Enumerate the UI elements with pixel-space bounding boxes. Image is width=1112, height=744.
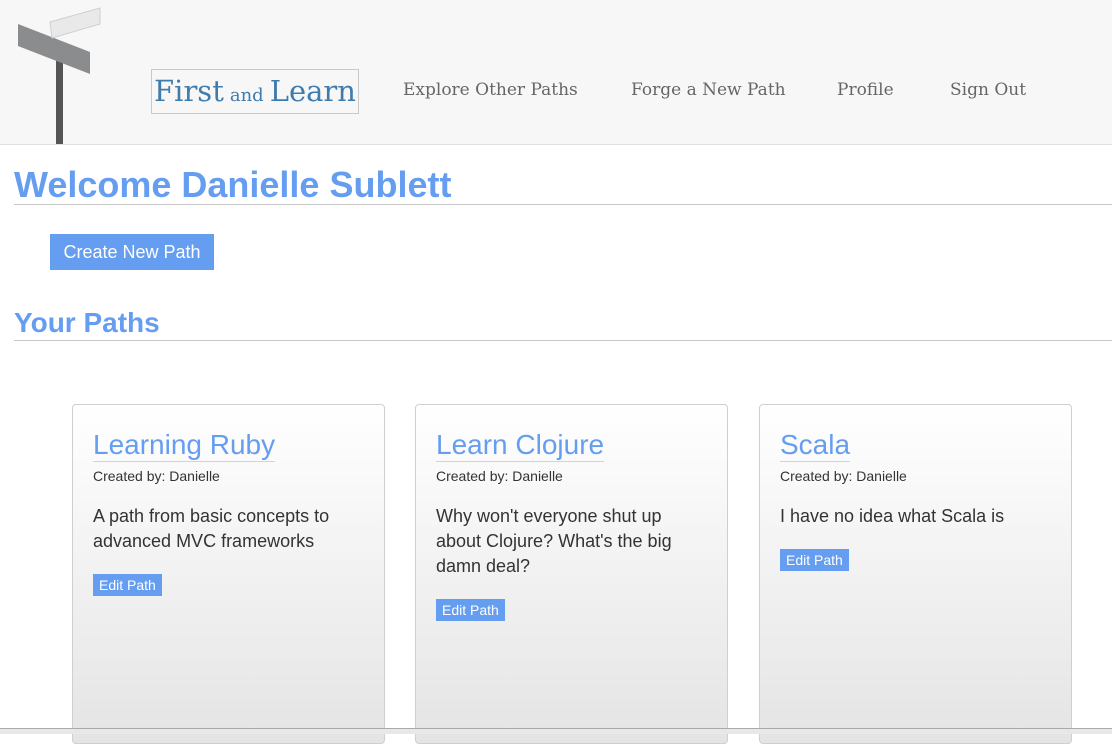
path-description: A path from basic concepts to advanced M… xyxy=(93,506,330,551)
edit-path-button[interactable]: Edit Path xyxy=(436,599,505,621)
path-title-link[interactable]: Learning Ruby xyxy=(93,429,276,462)
nav-profile[interactable]: Profile xyxy=(837,80,894,100)
paths-divider xyxy=(14,340,1112,341)
brand-learn: Learn xyxy=(269,74,356,108)
path-author: Created by: Danielle xyxy=(780,468,907,484)
signpost-icon xyxy=(18,7,101,144)
path-description: Why won't everyone shut up about Clojure… xyxy=(436,506,672,576)
path-description: I have no idea what Scala is xyxy=(780,506,1005,526)
brand-first: First xyxy=(154,74,224,108)
path-title-link[interactable]: Scala xyxy=(780,429,851,462)
your-paths-heading: Your Paths xyxy=(14,307,160,338)
edit-path-button[interactable]: Edit Path xyxy=(93,574,162,596)
title-divider xyxy=(14,204,1112,205)
nav-explore-other-paths[interactable]: Explore Other Paths xyxy=(403,80,578,100)
path-title-link[interactable]: Learn Clojure xyxy=(436,429,605,462)
nav-sign-out[interactable]: Sign Out xyxy=(950,80,1026,100)
path-card: Learning Ruby Created by: Danielle A pat… xyxy=(72,404,385,744)
nav-forge-new-path[interactable]: Forge a New Path xyxy=(631,80,786,100)
create-new-path-button[interactable]: Create New Path xyxy=(50,234,214,270)
brand-and: and xyxy=(229,85,264,106)
path-author: Created by: Danielle xyxy=(93,468,220,484)
top-navbar: First and Learn Explore Other Paths Forg… xyxy=(0,0,1112,145)
brand-logo[interactable]: First and Learn xyxy=(151,69,359,114)
edit-path-button[interactable]: Edit Path xyxy=(780,549,849,571)
page-title: Welcome Danielle Sublett xyxy=(14,164,452,205)
window-bottom-edge xyxy=(0,728,1112,734)
path-card: Scala Created by: Danielle I have no ide… xyxy=(759,404,1072,744)
path-author: Created by: Danielle xyxy=(436,468,563,484)
path-card: Learn Clojure Created by: Danielle Why w… xyxy=(415,404,728,744)
